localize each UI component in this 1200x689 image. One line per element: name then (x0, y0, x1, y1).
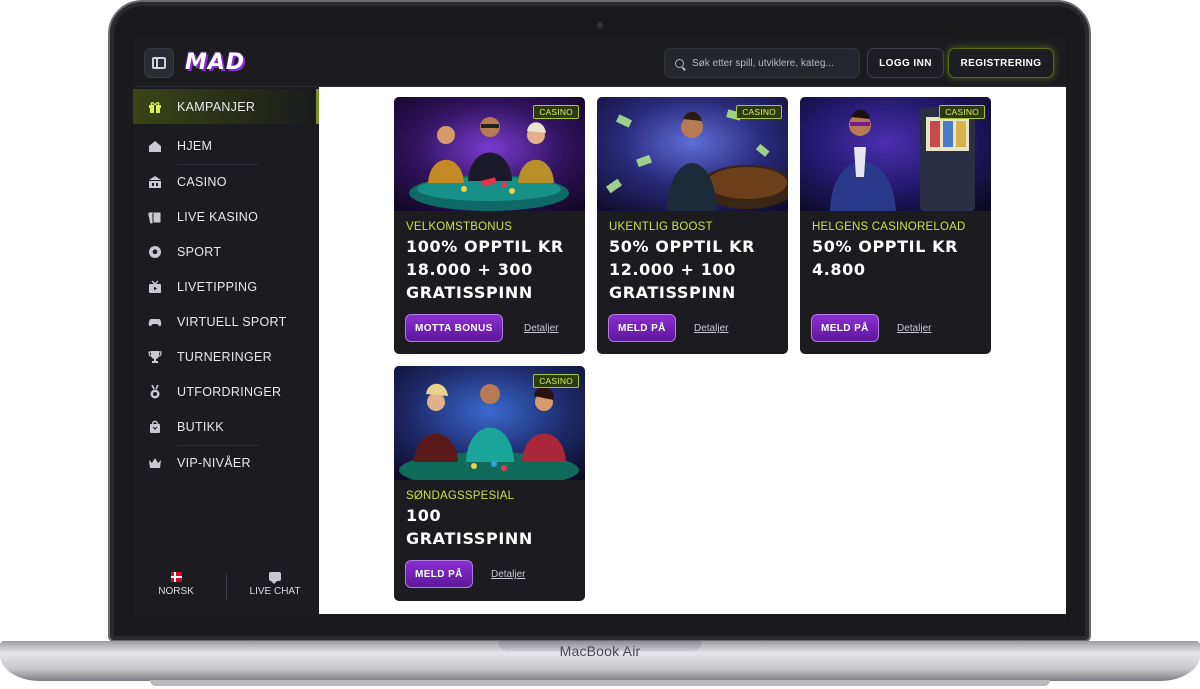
promo-image: CASINO (394, 97, 585, 211)
promo-eyebrow: SØNDAGSSPESIAL (406, 490, 515, 502)
soccer-ball-icon (148, 245, 162, 259)
site-logo[interactable]: MAD (185, 50, 245, 75)
promo-card: CASINO UKENTLIG BOOST 50% OPPTIL KR 12.0… (597, 97, 788, 354)
screen: MAD LOGG INN REGISTRERING KAMPANJER HJEM (133, 39, 1066, 622)
gamepad-icon (148, 315, 162, 329)
category-badge: CASINO (533, 105, 579, 119)
sidebar-item-label: VIP-NIVÅER (177, 455, 251, 470)
promo-eyebrow: HELGENS CASINORELOAD (812, 221, 966, 233)
chat-bubble-icon (269, 572, 281, 584)
sidebar-footer: NORSK LIVE CHAT (133, 572, 319, 612)
norway-flag-icon (170, 572, 182, 582)
sidebar-item-casino[interactable]: CASINO (133, 164, 319, 199)
live-chat-button[interactable]: LIVE CHAT (245, 572, 305, 597)
claim-bonus-button[interactable]: MOTTA BONUS (405, 314, 503, 342)
promo-title: 50% OPPTIL KR 4.800 (812, 237, 959, 279)
sidebar-item-turneringer[interactable]: TURNERINGER (133, 339, 319, 374)
promotions-content: CASINO VELKOMSTBONUS 100% OPPTIL KR 18.0… (319, 87, 1066, 614)
medal-icon (148, 384, 162, 399)
promo-image: CASINO (800, 97, 991, 211)
promo-title: 100 GRATISSPINN (406, 506, 533, 548)
language-selector[interactable]: NORSK (151, 572, 201, 597)
top-header: MAD LOGG INN REGISTRERING (133, 39, 1066, 87)
sidebar-item-label: HJEM (177, 138, 213, 153)
content-footer-bar (319, 614, 1066, 622)
sidebar-item-utfordringer[interactable]: UTFORDRINGER (133, 374, 319, 409)
home-icon (148, 139, 162, 153)
sidebar-item-label: BUTIKK (177, 419, 224, 434)
footer-divider (226, 574, 227, 600)
sidebar-item-kampanjer[interactable]: KAMPANJER (133, 89, 319, 124)
sidebar-toggle-button[interactable] (144, 48, 174, 78)
crown-icon (148, 456, 162, 470)
details-link[interactable]: Detaljer (897, 323, 931, 334)
details-link[interactable]: Detaljer (491, 569, 525, 580)
sidebar-item-livetipping[interactable]: LIVETIPPING (133, 269, 319, 304)
promo-card: CASINO SØNDAGSSPESIAL 100 GRATISSPINN ME… (394, 366, 585, 601)
sidebar-item-virtuell-sport[interactable]: VIRTUELL SPORT (133, 304, 319, 339)
sidebar-item-label: TURNERINGER (177, 349, 272, 364)
sign-up-button[interactable]: MELD PÅ (405, 560, 473, 588)
sidebar-item-live-kasino[interactable]: LIVE KASINO (133, 199, 319, 234)
register-button[interactable]: REGISTRERING (948, 48, 1054, 78)
sidebar-item-sport[interactable]: SPORT (133, 234, 319, 269)
category-badge: CASINO (939, 105, 985, 119)
search-input[interactable] (692, 57, 852, 69)
shopping-bag-icon (148, 420, 162, 434)
login-button[interactable]: LOGG INN (867, 48, 944, 78)
sidebar-item-label: CASINO (177, 174, 227, 189)
camera-icon (597, 22, 603, 28)
sidebar-item-butikk[interactable]: BUTIKK (133, 409, 319, 444)
sidebar-item-vip-nivaer[interactable]: VIP-NIVÅER (133, 445, 319, 480)
promo-card: CASINO HELGENS CASINORELOAD 50% OPPTIL K… (800, 97, 991, 354)
sidebar-item-hjem[interactable]: HJEM (133, 128, 319, 163)
sidebar-item-label: SPORT (177, 244, 222, 259)
sidebar-item-label: LIVE KASINO (177, 209, 259, 224)
promo-image: CASINO (394, 366, 585, 480)
promo-title: 100% OPPTIL KR 18.000 + 300 GRATISSPINN (406, 237, 564, 302)
casino-building-icon (148, 175, 162, 189)
sidebar-item-label: KAMPANJER (177, 99, 256, 114)
promo-eyebrow: UKENTLIG BOOST (609, 221, 713, 233)
live-chat-label: LIVE CHAT (249, 586, 301, 597)
live-tv-icon (148, 280, 162, 294)
sidebar: KAMPANJER HJEM CASINO LIVE KASINO SPORT … (133, 87, 319, 622)
laptop-brand-label: MacBook Air (559, 643, 641, 659)
category-badge: CASINO (533, 374, 579, 388)
trophy-icon (148, 350, 162, 364)
promo-image: CASINO (597, 97, 788, 211)
sidebar-item-label: VIRTUELL SPORT (177, 314, 287, 329)
promo-eyebrow: VELKOMSTBONUS (406, 221, 513, 233)
details-link[interactable]: Detaljer (694, 323, 728, 334)
sidebar-item-label: UTFORDRINGER (177, 384, 282, 399)
search-icon (675, 58, 684, 68)
search-box[interactable] (664, 48, 860, 78)
cards-icon (148, 210, 162, 224)
sign-up-button[interactable]: MELD PÅ (811, 314, 879, 342)
laptop-feet (150, 680, 1050, 686)
sidebar-item-label: LIVETIPPING (177, 279, 258, 294)
promo-card: CASINO VELKOMSTBONUS 100% OPPTIL KR 18.0… (394, 97, 585, 354)
sign-up-button[interactable]: MELD PÅ (608, 314, 676, 342)
details-link[interactable]: Detaljer (524, 323, 558, 334)
promo-title: 50% OPPTIL KR 12.000 + 100 GRATISSPINN (609, 237, 756, 302)
sidebar-toggle-icon (152, 57, 166, 69)
language-label: NORSK (158, 586, 194, 597)
gift-icon (148, 100, 162, 114)
category-badge: CASINO (736, 105, 782, 119)
